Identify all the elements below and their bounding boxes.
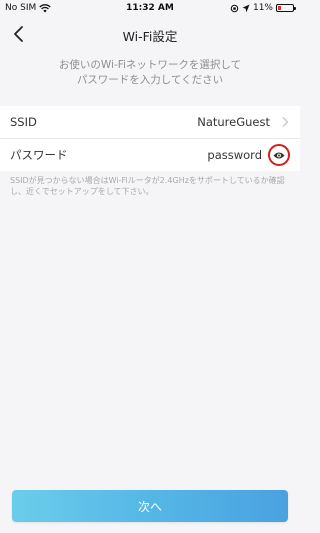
status-bar: No SIM 11:32 AM 11%: [0, 0, 300, 18]
show-password-toggle[interactable]: [268, 144, 290, 166]
nav-bar: Wi-Fi設定: [0, 18, 300, 50]
orientation-lock-icon: [230, 4, 239, 12]
battery-percent: 11%: [252, 3, 273, 13]
password-label: パスワード: [10, 148, 68, 162]
page-title: Wi-Fi設定: [122, 29, 178, 44]
password-row: パスワード password: [0, 138, 300, 171]
instruction-text: お使いのWi-Fiネットワークを選択して パスワードを入力してください: [58, 59, 242, 86]
location-arrow-icon: [242, 4, 250, 12]
status-right: 11%: [230, 3, 296, 13]
battery-icon: [276, 4, 296, 12]
ssid-row[interactable]: SSID NatureGuest: [0, 106, 300, 138]
next-button[interactable]: 次へ: [12, 490, 288, 522]
chevron-right-icon: [282, 117, 289, 127]
wifi-form: SSID NatureGuest パスワード password: [0, 106, 300, 171]
ssid-value: NatureGuest: [197, 115, 270, 129]
eye-icon: [273, 152, 285, 158]
ssid-label: SSID: [10, 115, 37, 129]
battery-level-fill: [278, 6, 281, 10]
password-field[interactable]: password: [207, 148, 262, 162]
hint-text: SSIDが見つからない場合はWi-Fiルータが2.4GHzをサポートしているか確…: [10, 176, 285, 196]
